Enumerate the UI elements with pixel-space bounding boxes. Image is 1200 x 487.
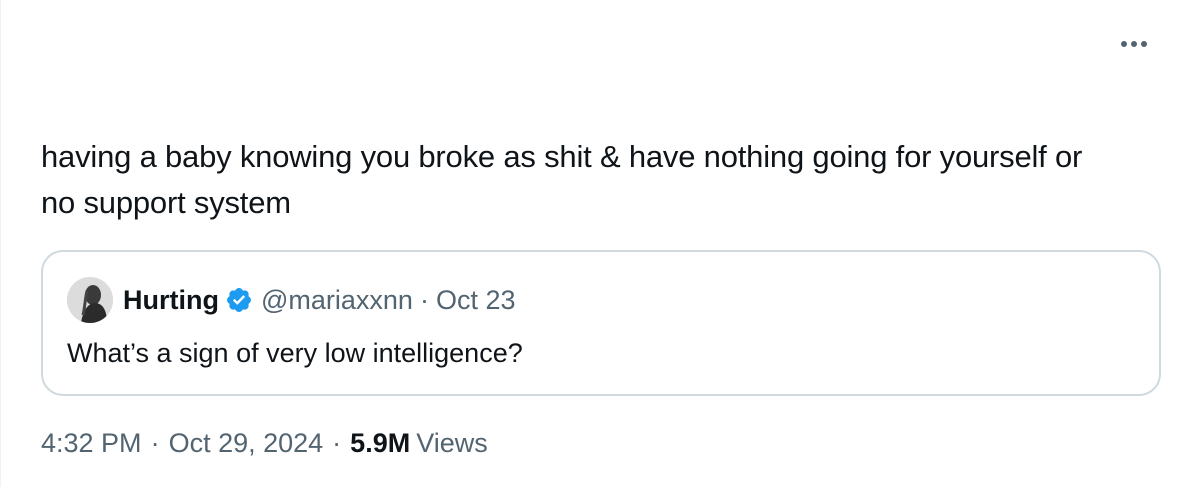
verified-badge-icon xyxy=(225,286,253,314)
tweet-time[interactable]: 4:32 PM xyxy=(41,428,142,459)
avatar[interactable] xyxy=(67,277,113,323)
quoted-tweet-date[interactable]: Oct 23 xyxy=(436,285,516,316)
tweet-metadata: 4:32 PM · Oct 29, 2024 · 5.9M Views xyxy=(41,428,488,459)
quoted-author-name[interactable]: Hurting xyxy=(123,285,219,316)
views-count: 5.9M xyxy=(350,428,411,458)
quoted-tweet-header: Hurting @mariaxxnn · Oct 23 xyxy=(67,276,516,324)
avatar-image xyxy=(67,277,113,323)
more-horizontal-icon xyxy=(1121,41,1147,47)
separator-dot: · xyxy=(332,428,342,458)
tweet-text: having a baby knowing you broke as shit … xyxy=(41,139,1083,220)
more-options-button[interactable] xyxy=(1119,32,1149,56)
tweet-date[interactable]: Oct 29, 2024 xyxy=(169,428,324,459)
quoted-tweet-text: What’s a sign of very low intelligence? xyxy=(67,338,523,368)
quoted-tweet-card[interactable]: Hurting @mariaxxnn · Oct 23 What’s a sig… xyxy=(41,250,1161,396)
separator-dot: · xyxy=(150,428,160,458)
quoted-author-handle[interactable]: @mariaxxnn xyxy=(261,285,413,316)
separator-dot: · xyxy=(419,284,429,315)
views-label: Views xyxy=(416,428,488,458)
tweet: having a baby knowing you broke as shit … xyxy=(0,0,1200,487)
